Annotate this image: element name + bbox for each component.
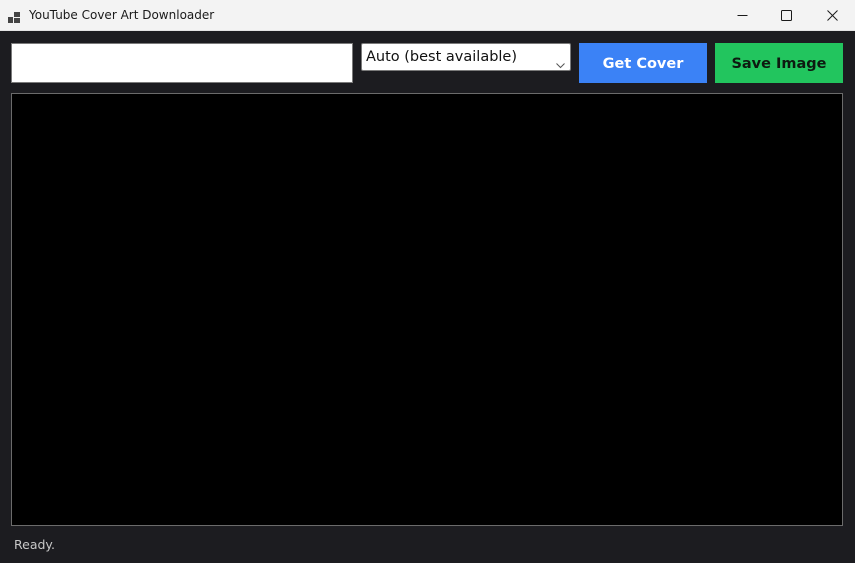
app-window: YouTube Cover Art Downloader Auto (best … (0, 0, 855, 563)
get-cover-button[interactable]: Get Cover (579, 43, 707, 83)
maximize-button[interactable] (763, 0, 809, 30)
status-text: Ready. (14, 537, 55, 552)
url-input[interactable] (11, 43, 353, 83)
save-image-button[interactable]: Save Image (715, 43, 843, 83)
get-cover-label: Get Cover (602, 56, 684, 72)
close-icon (826, 9, 838, 21)
minimize-button[interactable] (719, 0, 765, 30)
app-icon (8, 9, 21, 23)
quality-select-value: Auto (best available) (366, 49, 518, 65)
cover-preview-area (11, 93, 843, 526)
quality-select[interactable]: Auto (best available) (361, 43, 571, 71)
close-button[interactable] (809, 0, 855, 30)
save-image-label: Save Image (731, 56, 827, 72)
title-bar[interactable]: YouTube Cover Art Downloader (0, 0, 855, 31)
minimize-icon (737, 10, 748, 21)
maximize-icon (780, 9, 792, 21)
window-title: YouTube Cover Art Downloader (29, 8, 215, 22)
chevron-down-icon (556, 54, 565, 73)
